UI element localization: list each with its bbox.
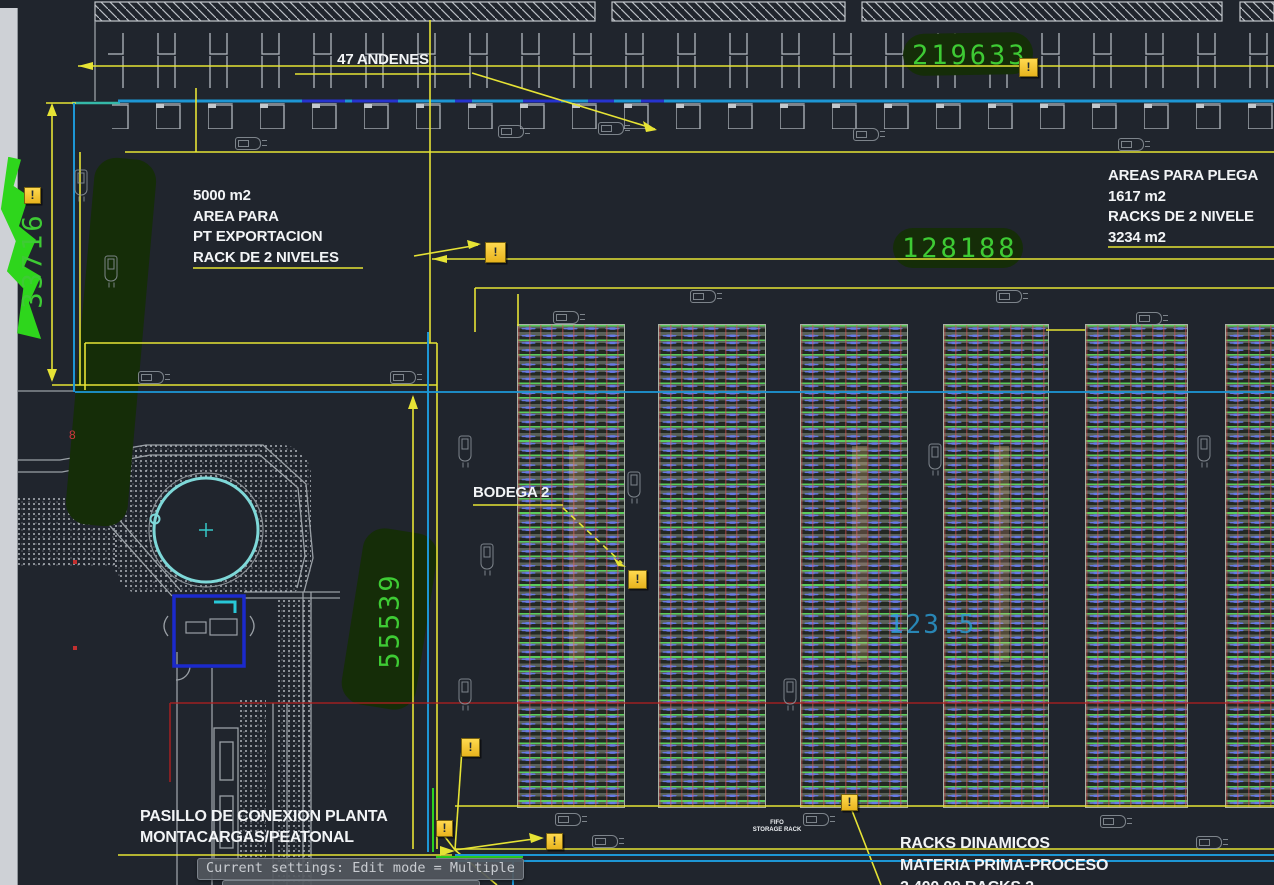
forklift-icon — [1196, 836, 1222, 849]
pasillo-label: PASILLO DE CONEXION PLANTA MONTACARGAS/P… — [140, 807, 388, 848]
pt-export-label: 5000 m2 AREA PARA PT EXPORTACION RACK DE… — [193, 186, 339, 268]
warning-icon[interactable]: ! — [1019, 58, 1038, 77]
andenes-label: 47 ANDENES — [295, 50, 471, 71]
forklift-icon — [235, 137, 261, 150]
warning-icon[interactable]: ! — [485, 242, 506, 263]
plegado-label: AREAS PARA PLEGA 1617 m2 RACKS DE 2 NIVE… — [1108, 166, 1258, 248]
dim-text-128188: 128188 — [902, 233, 1018, 264]
forklift-icon — [853, 128, 879, 141]
warning-icon[interactable]: ! — [436, 820, 453, 837]
forklift-icon — [598, 122, 624, 135]
forklift-icon — [803, 813, 829, 826]
forklift-icon — [1136, 312, 1162, 325]
forklift-icon — [498, 125, 524, 138]
forklift-icon — [553, 311, 579, 324]
drawing-linework-over — [0, 0, 1274, 885]
forklift-icon — [628, 472, 641, 498]
warning-icon[interactable]: ! — [24, 187, 41, 204]
command-status-tooltip: Current settings: Edit mode = Multiple — [197, 858, 524, 880]
forklift-icon — [996, 290, 1022, 303]
forklift-icon — [138, 371, 164, 384]
forklift-icon — [1100, 815, 1126, 828]
forklift-icon — [105, 256, 118, 282]
forklift-icon — [459, 436, 472, 462]
warning-icon[interactable]: ! — [628, 570, 647, 589]
forklift-icon — [390, 371, 416, 384]
grid-mark-label: 8 — [69, 428, 76, 442]
racks-dinamicos-label: RACKS DINAMICOS MATERIA PRIMA-PROCESO 2,… — [900, 833, 1108, 885]
yellow-dimension-lines — [46, 20, 1274, 885]
dim-text-55539: 55539 — [375, 551, 406, 691]
warning-icon[interactable]: ! — [546, 833, 563, 850]
forklift-icon — [1118, 138, 1144, 151]
forklift-icon — [555, 813, 581, 826]
warning-icon[interactable]: ! — [841, 794, 858, 811]
forklift-icon — [690, 290, 716, 303]
bodega-label: BODEGA 2 — [473, 483, 549, 504]
forklift-icon — [75, 170, 88, 196]
dim-text-219633: 219633 — [912, 40, 1028, 71]
dim-text-blue: 123.5 — [888, 610, 976, 640]
forklift-icon — [1198, 436, 1211, 462]
forklift-icon — [459, 679, 472, 705]
dimension-arrows — [47, 62, 657, 856]
forklift-icon — [481, 544, 494, 570]
forklift-icon — [592, 835, 618, 848]
cad-model-space[interactable]: 47 ANDENES 219633 128188 33716 55539 123… — [0, 0, 1274, 885]
dim-text-33716: 33716 — [18, 196, 49, 326]
red-lines — [170, 703, 1274, 782]
forklift-icon — [929, 444, 942, 470]
forklift-icon — [784, 679, 797, 705]
command-prompt-tooltip — [222, 880, 480, 885]
warning-icon[interactable]: ! — [461, 738, 480, 757]
fifo-label: FIFO STORAGE RACK — [742, 820, 812, 834]
